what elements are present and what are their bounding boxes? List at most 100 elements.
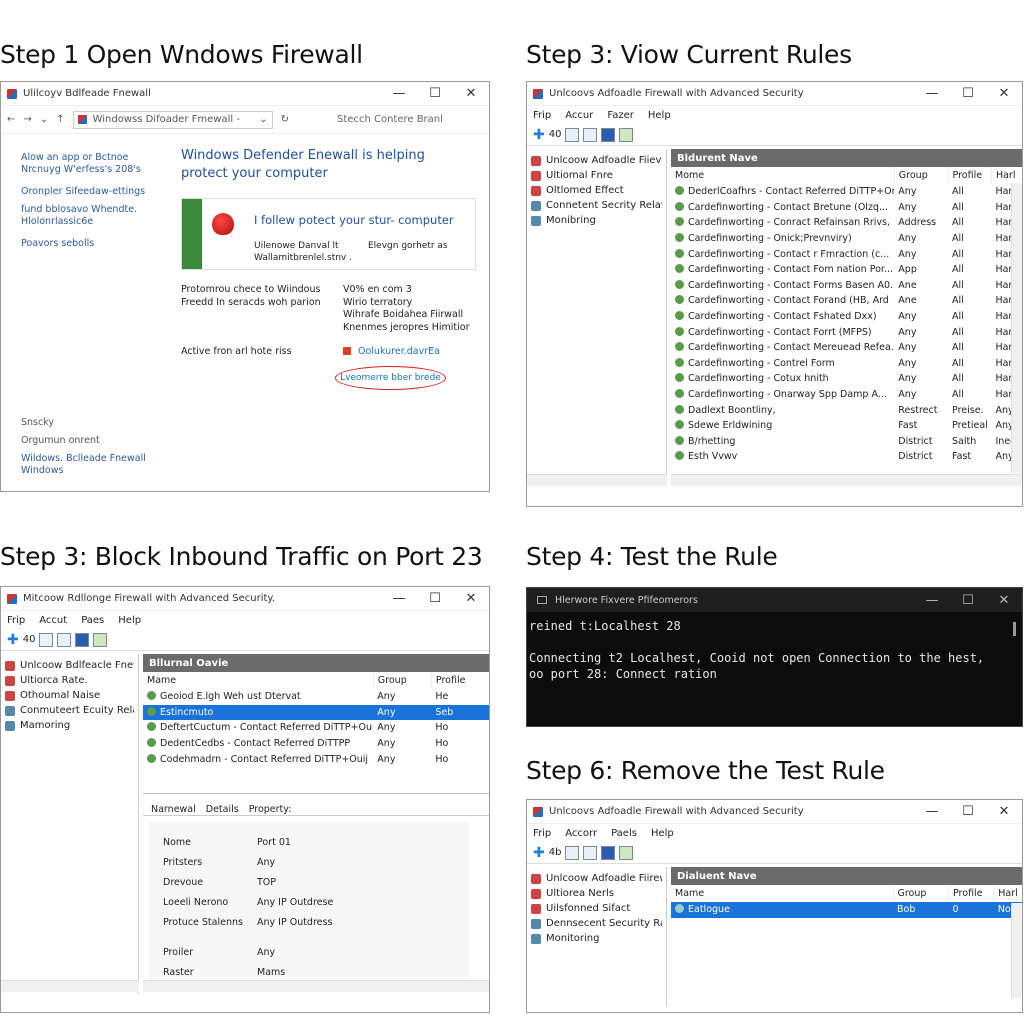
circled-link[interactable]: Lveomerre bber brede <box>335 366 446 390</box>
vertical-scrollbar[interactable] <box>1011 903 1022 998</box>
close-button[interactable]: ✕ <box>986 86 1022 101</box>
grid-icon[interactable] <box>583 127 598 142</box>
column-enabled[interactable]: Harl <box>993 885 1022 902</box>
menu-help[interactable]: Help <box>651 828 674 839</box>
maximize-button[interactable]: ☐ <box>950 804 986 819</box>
menu-file[interactable]: Frip <box>533 110 551 121</box>
tree-item-inbound[interactable]: Ultiomal Fnre <box>531 168 662 183</box>
close-button[interactable]: ✕ <box>453 591 489 606</box>
add-icon[interactable]: ✚ <box>533 127 545 143</box>
close-button[interactable]: ✕ <box>453 86 489 101</box>
tree-item-outbound[interactable]: Othoumal Naise <box>5 688 134 703</box>
tree-item-connection-security[interactable]: Dennsecent Security Rater <box>531 916 662 931</box>
column-name[interactable]: Mome <box>671 167 895 184</box>
tree-item-root[interactable]: Unlcoow Bdlfeacle Fnewl| <box>5 658 134 673</box>
menu-help[interactable]: Help <box>118 615 141 626</box>
tree-item-outbound[interactable]: Oltlomed Effect <box>531 183 662 198</box>
table-row[interactable]: Cardefinworting - Onick;Prevnviry) Any All… <box>671 231 1022 247</box>
grid-icon[interactable] <box>583 845 598 860</box>
table-row[interactable]: Dadlext Boontliny, Restrect Preise. Any <box>671 402 1022 418</box>
console-output[interactable]: reined t:Localhest 28 Connecting t2 Loca… <box>527 612 1022 688</box>
column-profile[interactable]: Profile <box>948 885 995 902</box>
tab-general[interactable]: Narnewal <box>151 804 196 815</box>
minimize-button[interactable]: — <box>914 593 950 608</box>
table-row[interactable]: B/rhetting District Salth Ined <box>671 434 1022 450</box>
active-network-link[interactable]: Oolukurer.davrEa <box>358 346 440 357</box>
table-row[interactable]: Geoiod E.lgh Weh ust Dtervat Any He <box>143 689 489 705</box>
tab-details[interactable]: Details <box>206 804 239 815</box>
side-link-advanced[interactable]: Poavors sebolls <box>21 238 161 250</box>
table-row[interactable]: Cardefinworting - Cotux hnith Any All Harl <box>671 371 1022 387</box>
back-arrow-icon[interactable]: ← <box>7 114 15 125</box>
maximize-button[interactable]: ☐ <box>417 86 453 101</box>
side-link-allow-app[interactable]: Alow an app or Bctnoe <box>21 152 161 164</box>
table-row[interactable]: DeftertCuctum - Contact Referred DiTTP+O… <box>143 720 489 736</box>
minimize-button[interactable]: — <box>914 86 950 101</box>
chevron-down-icon[interactable]: ⌄ <box>259 114 267 125</box>
console-scrollbar[interactable] <box>1013 622 1016 636</box>
add-icon[interactable]: ✚ <box>7 632 19 648</box>
tree-item-connection-security[interactable]: Conmuteert Ecuity Relav <box>5 703 134 718</box>
tree-item-monitoring[interactable]: Mamoring <box>5 718 134 733</box>
table-row-selected[interactable]: Eatlogue Bob 0 Non <box>671 902 1022 918</box>
export-icon[interactable] <box>619 845 634 860</box>
see-also-link-2[interactable]: Wildows. Bclleade Fnewall <box>21 453 161 465</box>
table-row[interactable]: Cardefinworting - Contact Forand (HB, Ar… <box>671 293 1022 309</box>
menu-file[interactable]: Frip <box>533 828 551 839</box>
menu-action[interactable]: Accorr <box>565 828 597 839</box>
side-link-notifications[interactable]: Nrcnuyg W'erfess's 208's <box>21 164 161 176</box>
properties-icon[interactable] <box>75 632 90 647</box>
grid-icon[interactable] <box>57 632 72 647</box>
tree-horizontal-scrollbar[interactable] <box>1 980 139 992</box>
minimize-button[interactable]: — <box>381 86 417 101</box>
table-row[interactable]: DedentCedbs - Contact Referred DiTTPP Any… <box>143 736 489 752</box>
dropdown-icon[interactable]: ⌄ <box>40 114 48 125</box>
side-link-restore[interactable]: Hlolonrlassic6e <box>21 216 161 228</box>
table-row[interactable]: Codehmadrn - Contact Referred DiTTP+Ouij… <box>143 751 489 767</box>
column-group[interactable]: Group <box>373 672 432 689</box>
table-row[interactable]: Cardefinworting - Contact r Fmraction (c… <box>671 246 1022 262</box>
tree-item-monitoring[interactable]: Monibring <box>531 213 662 228</box>
table-row[interactable]: DederlCoafhrs - Contact Referred DiTTP+O… <box>671 184 1022 200</box>
minimize-button[interactable]: — <box>381 591 417 606</box>
tree-item-monitoring[interactable]: Monitoring <box>531 931 662 946</box>
table-row[interactable]: Cardefinworting - Contact Fom nation Por… <box>671 262 1022 278</box>
folder-icon[interactable] <box>39 632 54 647</box>
refresh-icon[interactable]: ↻ <box>281 114 289 125</box>
see-also-link-1[interactable]: Orgumun onrent <box>21 435 161 447</box>
maximize-button[interactable]: ☐ <box>950 593 986 608</box>
forward-arrow-icon[interactable]: → <box>23 114 31 125</box>
menu-view[interactable]: Fazer <box>607 110 633 121</box>
column-group[interactable]: Group <box>893 885 949 902</box>
maximize-button[interactable]: ☐ <box>950 86 986 101</box>
close-button[interactable]: ✕ <box>986 804 1022 819</box>
tree-item-connection-security[interactable]: Connetent Secrity Relav. <box>531 198 662 213</box>
maximize-button[interactable]: ☐ <box>417 591 453 606</box>
tree-horizontal-scrollbar[interactable] <box>527 474 667 486</box>
menu-action[interactable]: Accut <box>39 615 67 626</box>
menu-file[interactable]: Frip <box>7 615 25 626</box>
folder-icon[interactable] <box>565 127 580 142</box>
table-row[interactable]: Esth Vvwv District Fast Any <box>671 449 1022 465</box>
table-row-selected[interactable]: Estincmuto Any Seb <box>143 704 489 721</box>
tree-item-inbound[interactable]: Ultiorca Rate. <box>5 673 134 688</box>
table-row[interactable]: Cardefinworting - Conract Refainsan Rriv… <box>671 215 1022 231</box>
folder-icon[interactable] <box>565 845 580 860</box>
close-button[interactable]: ✕ <box>986 593 1022 608</box>
minimize-button[interactable]: — <box>914 804 950 819</box>
table-row[interactable]: Cardefinworting - Contact Forms Basen A0… <box>671 278 1022 294</box>
tree-item-root[interactable]: Unlcoow Adfoadle Fiievall <box>531 153 662 168</box>
menu-view[interactable]: Paes <box>81 615 104 626</box>
table-row[interactable]: Cardefinworting - Onarway Spp Damp A... A… <box>671 387 1022 403</box>
up-arrow-icon[interactable]: ↑ <box>56 114 64 125</box>
column-profile[interactable]: Profile <box>948 167 992 184</box>
properties-horizontal-scrollbar[interactable] <box>143 980 489 992</box>
table-row[interactable]: Cardefinworting - Contact Bretune (Olzq.… <box>671 200 1022 216</box>
tree-item-outbound[interactable]: Uilsfonned Sifact <box>531 901 662 916</box>
properties-icon[interactable] <box>601 127 616 142</box>
menu-view[interactable]: Paels <box>611 828 637 839</box>
vertical-scrollbar[interactable] <box>1011 183 1022 473</box>
column-enabled[interactable]: Harl <box>991 167 1022 184</box>
side-link-settings[interactable]: Oronpler Sifeedaw-ettings <box>21 186 161 198</box>
column-name[interactable]: Mame <box>143 672 374 689</box>
